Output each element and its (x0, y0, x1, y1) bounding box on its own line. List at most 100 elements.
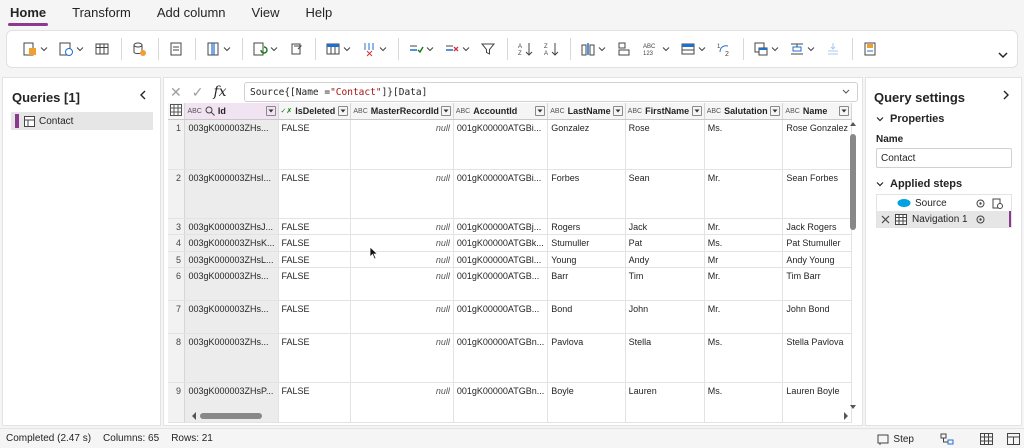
cell-name[interactable]: Jack Rogers (782, 218, 852, 235)
cell-isdeleted[interactable]: FALSE (278, 119, 352, 170)
cell-accountid[interactable]: 001gK00000ATGBl... (453, 251, 549, 268)
cell-salutation[interactable]: Mr. (704, 169, 784, 219)
vertical-scrollbar[interactable] (849, 120, 857, 409)
step-view-button[interactable]: Step (877, 433, 926, 445)
cell-accountid[interactable]: 001gK00000ATGB... (453, 300, 549, 334)
table-row[interactable]: 3 003gK000003ZHsJ... FALSE null 001gK000… (168, 218, 852, 235)
cell-accountid[interactable]: 001gK00000ATGBn... (453, 333, 549, 383)
split-column-button[interactable] (577, 36, 609, 62)
scroll-left-icon[interactable] (190, 411, 198, 421)
use-first-row-headers-button[interactable] (677, 36, 709, 62)
cell-lastname[interactable]: Gonzalez (547, 119, 626, 170)
cell-lastname[interactable]: Pavlova (547, 333, 626, 383)
applied-steps-toggle[interactable]: Applied steps (876, 178, 962, 190)
cell-firstname[interactable]: Rose (625, 119, 705, 170)
cell-lastname[interactable]: Stumuller (547, 234, 626, 252)
column-header-firstname[interactable]: ABC FirstName (625, 103, 705, 120)
column-dropdown-icon[interactable] (839, 106, 849, 116)
cell-masterrecordid[interactable]: null (350, 218, 454, 235)
cell-lastname[interactable]: Young (547, 251, 626, 268)
cell-firstname[interactable]: Sean (625, 169, 705, 219)
horizontal-scrollbar[interactable] (190, 411, 856, 421)
table-row[interactable]: 6 003gK000003ZHs... FALSE null 001gK0000… (168, 267, 852, 301)
column-dropdown-icon[interactable] (612, 106, 623, 116)
cell-salutation[interactable]: Mr. (704, 218, 784, 235)
choose-columns-button[interactable] (322, 36, 354, 62)
cell-masterrecordid[interactable]: null (350, 119, 454, 170)
cell-isdeleted[interactable]: FALSE (278, 267, 352, 301)
close-icon[interactable]: ✕ (170, 84, 182, 101)
recent-sources-button[interactable] (55, 36, 87, 62)
cell-firstname[interactable]: Andy (625, 251, 705, 268)
column-dropdown-icon[interactable] (338, 106, 349, 116)
column-header-name[interactable]: ABC Name (782, 103, 852, 120)
combine-button[interactable] (750, 36, 782, 62)
column-header-id[interactable]: ABC Id (184, 103, 279, 120)
column-header-lastname[interactable]: ABC LastName (547, 103, 626, 120)
cell-isdeleted[interactable]: FALSE (278, 218, 352, 235)
cell-firstname[interactable]: Pat (625, 234, 705, 252)
cell-masterrecordid[interactable]: null (350, 169, 454, 219)
cell-accountid[interactable]: 001gK00000ATGBi... (453, 119, 549, 170)
cell-lastname[interactable]: Forbes (547, 169, 626, 219)
map-to-entity-button[interactable] (786, 36, 818, 62)
step-source[interactable]: Source (877, 195, 1011, 211)
cell-masterrecordid[interactable]: null (350, 267, 454, 301)
cell-id[interactable]: 003gK000003ZHsK... (184, 234, 279, 252)
sort-ascending-button[interactable]: AZ (514, 36, 536, 62)
enter-data-button[interactable] (91, 36, 113, 62)
properties-section-toggle[interactable]: Properties (876, 113, 944, 125)
remove-columns-button[interactable] (358, 36, 390, 62)
cell-isdeleted[interactable]: FALSE (278, 234, 352, 252)
cell-accountid[interactable]: 001gK00000ATGBj... (453, 218, 549, 235)
cell-salutation[interactable]: Ms. (704, 234, 784, 252)
cell-id[interactable]: 003gK000003ZHsI... (184, 169, 279, 219)
cell-name[interactable]: Tim Barr (782, 267, 852, 301)
table-row[interactable]: 1 003gK000003ZHs... FALSE null 001gK0000… (168, 119, 852, 170)
scroll-up-icon[interactable] (849, 120, 857, 128)
column-header-isdeleted[interactable]: ✓✗ IsDeleted (278, 103, 352, 120)
column-dropdown-icon[interactable] (440, 106, 451, 116)
table-row[interactable]: 4 003gK000003ZHsK... FALSE null 001gK000… (168, 234, 852, 252)
cell-id[interactable]: 003gK000003ZHs... (184, 119, 279, 170)
cell-lastname[interactable]: Rogers (547, 218, 626, 235)
gear-icon[interactable] (975, 198, 986, 209)
data-type-button[interactable]: ABC 123 (639, 36, 673, 62)
table-row[interactable]: 2 003gK000003ZHsI... FALSE null 001gK000… (168, 169, 852, 219)
scroll-down-icon[interactable] (849, 403, 857, 411)
scroll-right-icon[interactable] (842, 411, 850, 421)
vertical-scroll-thumb[interactable] (850, 134, 856, 230)
delete-step-icon[interactable] (881, 215, 890, 224)
cell-accountid[interactable]: 001gK00000ATGB... (453, 267, 549, 301)
cell-id[interactable]: 003gK000003ZHsL... (184, 251, 279, 268)
cell-firstname[interactable]: Jack (625, 218, 705, 235)
cell-name[interactable]: John Bond (782, 300, 852, 334)
cell-id[interactable]: 003gK000003ZHs... (184, 267, 279, 301)
cell-masterrecordid[interactable]: null (350, 333, 454, 383)
select-all-icon[interactable] (168, 103, 186, 120)
ribbon-collapse-button[interactable] (997, 47, 1009, 65)
column-header-accountid[interactable]: ABC AccountId (453, 103, 549, 120)
cell-masterrecordid[interactable]: null (350, 234, 454, 252)
cell-firstname[interactable]: Stella (625, 333, 705, 383)
get-data-button[interactable] (19, 36, 51, 62)
cell-id[interactable]: 003gK000003ZHs... (184, 300, 279, 334)
cell-firstname[interactable]: John (625, 300, 705, 334)
cell-salutation[interactable]: Ms. (704, 119, 784, 170)
column-header-masterrecordid[interactable]: ABC MasterRecordId (350, 103, 454, 120)
schema-view-button[interactable] (1007, 433, 1020, 445)
step-info-icon[interactable] (992, 198, 1003, 209)
cell-salutation[interactable]: Mr (704, 251, 784, 268)
cell-accountid[interactable]: 001gK00000ATGBk... (453, 234, 549, 252)
cell-salutation[interactable]: Mr. (704, 300, 784, 334)
insights-button[interactable] (859, 36, 881, 62)
cell-isdeleted[interactable]: FALSE (278, 300, 352, 334)
tab-add-column[interactable]: Add column (155, 5, 228, 26)
formula-input[interactable]: Source{[Name = "Contact"]}[Data] (244, 82, 858, 102)
query-item-contact[interactable]: Contact (11, 112, 153, 130)
refresh-button[interactable] (249, 36, 281, 62)
table-row[interactable]: 5 003gK000003ZHsL... FALSE null 001gK000… (168, 251, 852, 268)
sort-descending-button[interactable]: ZA (540, 36, 562, 62)
tab-home[interactable]: Home (8, 5, 49, 26)
column-dropdown-icon[interactable] (770, 106, 781, 116)
